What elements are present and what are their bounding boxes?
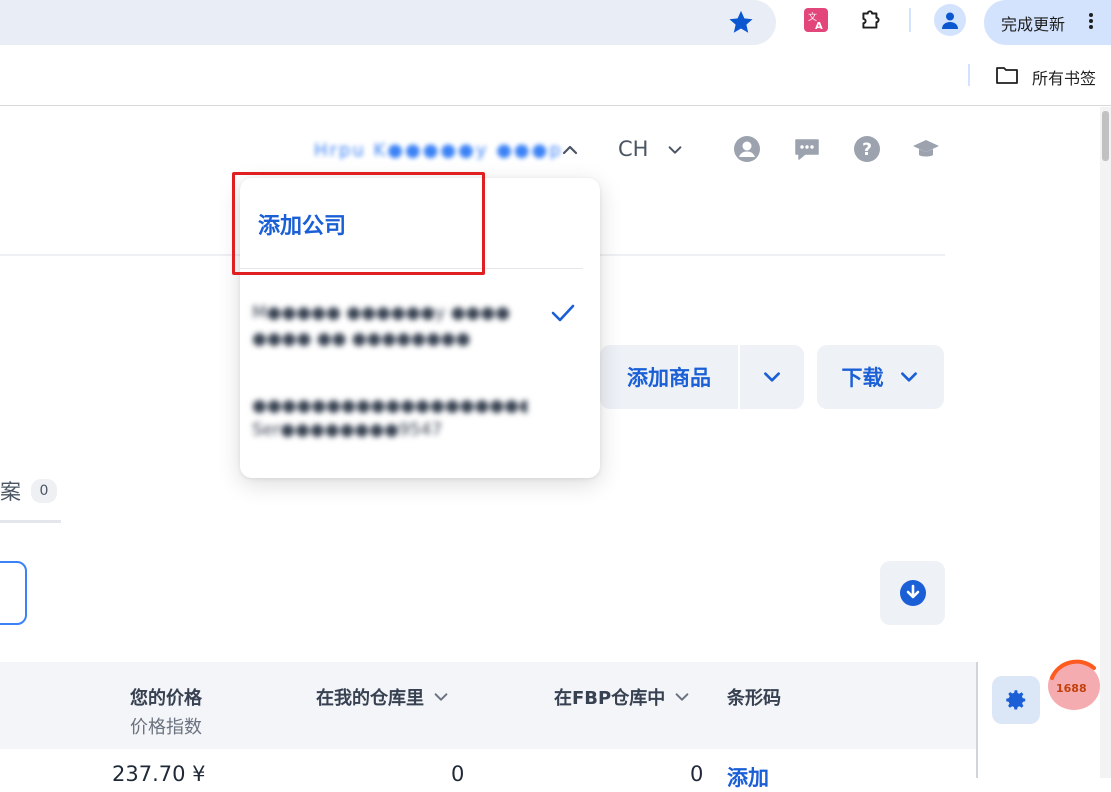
company-option-name: M●●●●● ●●●●●●y ●●●● bbox=[252, 303, 511, 323]
star-icon[interactable] bbox=[727, 8, 755, 36]
add-product-menu-button[interactable] bbox=[740, 345, 804, 409]
update-button-label: 完成更新 bbox=[1001, 14, 1066, 34]
chevron-down-icon bbox=[434, 693, 448, 701]
chevron-down-icon bbox=[675, 693, 689, 701]
add-company-button[interactable]: 添加公司 bbox=[258, 208, 346, 240]
toolbar-divider bbox=[909, 8, 911, 32]
col-barcode-label: 条形码 bbox=[727, 688, 781, 709]
column-divider bbox=[976, 662, 978, 778]
company-dropdown: 添加公司 M●●●●● ●●●●●●y ●●●● ●●●● ●● ●●●●●●●… bbox=[240, 178, 600, 478]
language-selector[interactable]: CH bbox=[618, 137, 648, 161]
download-button[interactable]: 下载 bbox=[817, 345, 944, 409]
gear-icon bbox=[1006, 690, 1026, 710]
badge-1688-text: 1688 bbox=[1056, 682, 1087, 695]
tab-archive-label: 档案 bbox=[0, 480, 21, 504]
chat-icon[interactable] bbox=[793, 135, 821, 163]
chevron-up-icon[interactable] bbox=[560, 140, 580, 160]
col-in-my-warehouse[interactable]: 在我的仓库里 bbox=[316, 684, 450, 710]
company-name: Hrpu K●●●●●y ●●●p bbox=[314, 139, 563, 161]
bookmarks-bar: 所有书签 bbox=[0, 52, 1111, 106]
col-price-index[interactable]: 价格指数 bbox=[130, 713, 202, 739]
company-option[interactable]: M●●●●● ●●●●●●y ●●●● ●●●● ●● ●●●●●●●● bbox=[252, 303, 527, 349]
chevron-down-icon[interactable] bbox=[666, 141, 684, 159]
chevron-down-icon bbox=[900, 372, 917, 382]
1688-extension-badge[interactable]: 1688 bbox=[1044, 648, 1102, 724]
translate-extension-icon[interactable]: 文 A bbox=[802, 6, 830, 34]
more-menu-icon[interactable] bbox=[1086, 11, 1096, 33]
dropdown-separator bbox=[240, 268, 583, 269]
col-your-price-label: 您的价格 bbox=[130, 688, 202, 709]
download-label: 下载 bbox=[841, 366, 884, 390]
folder-icon[interactable] bbox=[995, 65, 1019, 85]
download-circle-icon bbox=[899, 580, 926, 606]
graduation-cap-icon[interactable] bbox=[912, 135, 940, 163]
extensions-puzzle-icon[interactable] bbox=[857, 6, 885, 34]
company-option[interactable]: ●●●●●●●●●●●●●●●●●●●●●●●ИП Ser●●●●●●●●954… bbox=[252, 396, 527, 440]
help-icon[interactable]: ? bbox=[853, 135, 881, 163]
check-icon bbox=[551, 304, 575, 322]
scrollbar-thumb[interactable] bbox=[1102, 111, 1109, 161]
browser-toolbar: 文 A 完成更新 bbox=[0, 0, 1111, 52]
row-add-barcode-link[interactable]: 添加 bbox=[727, 762, 769, 792]
add-product-button[interactable]: 添加商品 bbox=[600, 345, 738, 409]
company-switcher[interactable]: Hrpu K●●●●●y ●●●p bbox=[314, 136, 561, 164]
table-settings-button[interactable] bbox=[992, 676, 1040, 724]
company-option-subtitle: ●●●● ●● ●●●●●●●● bbox=[252, 329, 471, 349]
export-button[interactable] bbox=[880, 561, 945, 625]
svg-text:?: ? bbox=[862, 140, 872, 160]
svg-text:A: A bbox=[815, 21, 823, 32]
company-option-subtitle: Ser●●●●●●●●9547 bbox=[252, 420, 443, 440]
profile-icon[interactable] bbox=[934, 4, 966, 36]
chevron-down-icon bbox=[764, 372, 780, 382]
row-fbp-qty: 0 bbox=[690, 762, 704, 786]
bookmarks-divider bbox=[968, 64, 970, 86]
tab-underline bbox=[0, 520, 61, 523]
add-product-label: 添加商品 bbox=[627, 366, 711, 390]
col-in-fbp-warehouse[interactable]: 在FBP仓库中 bbox=[554, 684, 691, 710]
col-barcode[interactable]: 条形码 bbox=[727, 684, 781, 710]
all-bookmarks-label[interactable]: 所有书签 bbox=[1032, 65, 1096, 89]
col-your-price[interactable]: 您的价格 bbox=[130, 684, 202, 710]
address-bar[interactable] bbox=[0, 0, 776, 45]
tab-archive-count: 0 bbox=[31, 479, 57, 503]
user-circle-icon[interactable] bbox=[733, 135, 761, 163]
col-in-fbp-warehouse-label: 在FBP仓库中 bbox=[554, 688, 666, 709]
row-price: 237.70 ¥ bbox=[112, 762, 206, 786]
search-input[interactable] bbox=[0, 561, 27, 625]
company-option-name: ●●●●●●●●●●●●●●●●●●●●●●●ИП bbox=[252, 396, 527, 416]
row-my-warehouse-qty: 0 bbox=[451, 762, 465, 786]
tab-archive[interactable]: 档案 0 bbox=[0, 476, 57, 506]
col-in-my-warehouse-label: 在我的仓库里 bbox=[316, 688, 424, 709]
